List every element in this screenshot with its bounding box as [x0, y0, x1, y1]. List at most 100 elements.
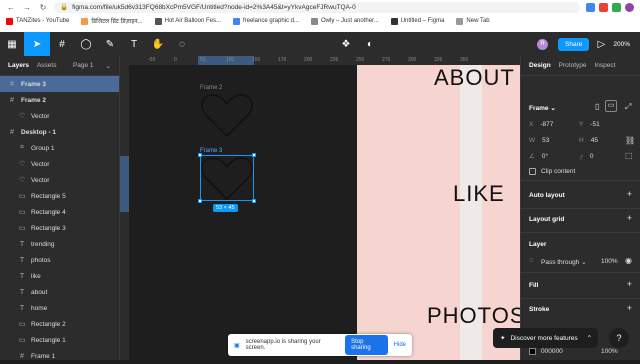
layer-row[interactable]: Thome [0, 300, 119, 316]
orientation-portrait-icon[interactable]: ▯ [595, 102, 599, 111]
layer-row[interactable]: ▭ Rectangle 5 [0, 188, 119, 204]
chevron-down-icon[interactable]: ⌄ [106, 62, 111, 70]
layer-row[interactable]: ▭ Rectangle 3 [0, 220, 119, 236]
bookmark-item[interactable]: डिजिटल प्रिंट डिज़ाइन... [81, 17, 143, 25]
discover-features-popup[interactable]: ✦ Discover more features ⌃ [493, 328, 598, 348]
bookmark-label: New Tab [466, 18, 490, 24]
canvas[interactable]: -50 0 53 100 150 176 200 226 250 276 300 326 350 Fra… [120, 56, 520, 360]
layer-row[interactable]: Ttrending [0, 236, 119, 252]
fill-color-swatch[interactable] [529, 348, 536, 355]
layer-row[interactable]: ▭ Rectangle 1 [0, 332, 119, 348]
w-field[interactable]: W 53 [529, 137, 549, 144]
independent-corners-icon[interactable]: ⬚ [625, 151, 633, 160]
profile-icon[interactable] [625, 2, 634, 12]
layer-row[interactable]: Tphotos [0, 252, 119, 268]
hide-button[interactable]: Hide [394, 342, 406, 348]
extension-icon[interactable] [599, 2, 608, 12]
layer-row[interactable]: ⌗ Group 1 [0, 140, 119, 156]
layer-row[interactable]: Tlike [0, 268, 119, 284]
help-button[interactable]: ? [609, 328, 629, 348]
eye-icon[interactable]: ◉ [625, 256, 632, 265]
fill-hex-value[interactable]: 000000 [541, 348, 563, 355]
bookmark-item[interactable]: Owly – Just another... [311, 17, 379, 25]
text-tool-icon[interactable]: T [122, 32, 146, 56]
layer-label: Rectangle 1 [31, 336, 66, 344]
contrast-icon[interactable]: ◐ [358, 32, 382, 56]
design-panel: Design Prototype Inspect Frame ⌄ ▯ ▭ ⤢ X… [520, 56, 640, 360]
rotation-field[interactable]: ∠ 0° [529, 152, 548, 160]
add-layout-grid-icon[interactable]: + [627, 213, 632, 223]
share-button[interactable]: Share [558, 37, 590, 51]
y-field[interactable]: Y -51 [579, 121, 600, 128]
corner-radius-field[interactable]: ╭ 0 [579, 152, 594, 160]
figma-menu-icon[interactable]: ▦ [0, 32, 24, 56]
layer-row[interactable]: # Frame 1 [0, 348, 119, 364]
w-value: 53 [542, 137, 550, 144]
pen-tool-icon[interactable]: ✎ [98, 32, 122, 56]
h-field[interactable]: H 45 [579, 137, 598, 144]
clip-content-checkbox[interactable] [529, 168, 536, 175]
tab-layers[interactable]: Layers [8, 62, 29, 69]
layer-row[interactable]: ♡ Vector [0, 172, 119, 188]
frame-section-title[interactable]: Frame ⌄ [529, 104, 556, 112]
layer-row[interactable]: # Frame 2 [0, 92, 119, 108]
present-icon[interactable]: ▷ [589, 32, 613, 56]
back-icon[interactable]: ← [6, 2, 16, 12]
layer-opacity[interactable]: 100% [601, 258, 618, 265]
hand-tool-icon[interactable]: ✋ [146, 32, 170, 56]
comment-tool-icon[interactable]: ◌ [170, 32, 194, 56]
page-selector[interactable]: Page 1 [73, 62, 94, 69]
resize-handle[interactable] [198, 199, 202, 203]
bookmark-item[interactable]: New Tab [456, 17, 490, 25]
divider [521, 272, 640, 273]
components-icon[interactable]: ❖ [334, 32, 358, 56]
address-bar[interactable]: 🔒 figma.com/file/uk5d6v313FQ68bXcPm5VGF/… [54, 1, 580, 13]
about-text[interactable]: ABOUT [434, 65, 515, 91]
tab-design[interactable]: Design [529, 62, 551, 69]
resize-handle[interactable] [198, 153, 202, 157]
photos-text[interactable]: PHOTOS [427, 303, 520, 329]
frame2-label[interactable]: Frame 2 [200, 85, 222, 91]
layer-row[interactable]: # Frame 3 [0, 76, 119, 92]
avatar[interactable]: R [537, 38, 549, 50]
shape-tool-icon[interactable]: ◯ [74, 32, 98, 56]
frame3-label[interactable]: Frame 3 [200, 148, 222, 154]
layer-row[interactable]: ♡ Vector [0, 156, 119, 172]
bookmark-item[interactable]: Untitled – Figma [390, 17, 444, 25]
layer-row[interactable]: ▭ Rectangle 4 [0, 204, 119, 220]
layer-type-icon: ♡ [18, 177, 26, 184]
orientation-landscape-icon[interactable]: ▭ [605, 100, 617, 112]
resize-handle[interactable] [252, 153, 256, 157]
bookmark-item[interactable]: freelance graphic d... [232, 17, 299, 25]
resize-to-fit-icon[interactable]: ⤢ [625, 102, 631, 112]
move-tool-icon[interactable]: ➤ [24, 32, 50, 56]
desktop-frame[interactable]: ABOUT LIKE PHOTOS [357, 65, 520, 360]
blend-mode-select[interactable]: Pass through ⌄ [541, 258, 587, 266]
layer-row[interactable]: # Desktop - 1 [0, 124, 119, 140]
add-stroke-icon[interactable]: + [627, 303, 632, 313]
layer-row[interactable]: Tabout [0, 284, 119, 300]
extension-icon[interactable] [586, 2, 595, 12]
reload-icon[interactable]: ↻ [38, 2, 48, 12]
stop-sharing-button[interactable]: Stop sharing [345, 335, 388, 355]
bookmark-item[interactable]: Hot Air Balloon Fes... [154, 17, 221, 25]
resize-handle[interactable] [252, 199, 256, 203]
tab-inspect[interactable]: Inspect [595, 62, 616, 69]
fill-opacity-value[interactable]: 100% [601, 348, 618, 355]
layer-row[interactable]: ♡ Vector [0, 108, 119, 124]
constrain-proportions-icon[interactable]: ⛓ [625, 136, 635, 145]
tab-prototype[interactable]: Prototype [559, 62, 587, 69]
chevron-up-icon[interactable]: ⌃ [587, 334, 592, 342]
zoom-level[interactable]: 200% [613, 41, 640, 48]
extension-icon[interactable] [612, 2, 621, 12]
heart-vector-frame2[interactable] [200, 92, 254, 138]
x-field[interactable]: X -877 [529, 121, 553, 128]
layer-row[interactable]: ▭ Rectangle 2 [0, 316, 119, 332]
frame-tool-icon[interactable]: # [50, 32, 74, 56]
like-text[interactable]: LIKE [453, 181, 505, 207]
add-fill-icon[interactable]: + [627, 279, 632, 289]
add-auto-layout-icon[interactable]: + [627, 189, 632, 199]
tab-assets[interactable]: Assets [37, 62, 57, 69]
bookmark-item[interactable]: TANZites - YouTube [6, 17, 69, 25]
forward-icon[interactable]: → [22, 2, 32, 12]
